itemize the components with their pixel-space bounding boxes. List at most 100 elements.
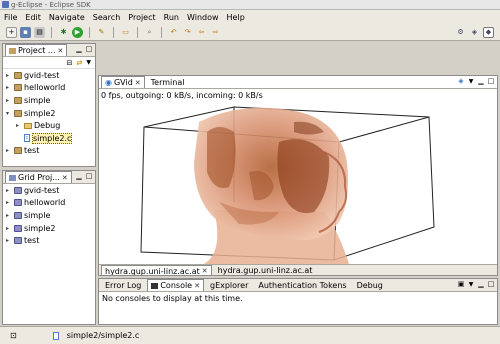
nav-prev-icon[interactable]: ⇦: [196, 27, 207, 38]
menu-navigate[interactable]: Navigate: [49, 13, 85, 22]
status-bar: ⊡ simple2/simple2.c: [0, 326, 500, 344]
grid-project-tree: ▸ gvid-test ▸ helloworld ▸ simple ▸ simple2 ▸ tes…: [3, 184, 95, 247]
menu-help[interactable]: Help: [227, 13, 245, 22]
tab-console[interactable]: Console ✕: [147, 279, 204, 291]
grid-project-item[interactable]: ▸ helloworld: [3, 197, 95, 210]
chevron-right-icon[interactable]: ▸: [6, 212, 12, 219]
view-toolbar-icon[interactable]: ◈: [457, 77, 465, 85]
tree-item[interactable]: ▸ simple: [3, 94, 95, 107]
host-tab-2[interactable]: hydra.gup.uni-linz.ac.at: [214, 265, 317, 275]
maximize-icon[interactable]: □: [487, 280, 495, 288]
chevron-right-icon[interactable]: ▸: [16, 122, 22, 129]
menu-search[interactable]: Search: [93, 13, 120, 22]
fast-view-icon[interactable]: ⊡: [10, 331, 17, 340]
close-icon[interactable]: ✕: [202, 267, 208, 275]
chevron-right-icon[interactable]: ▸: [6, 237, 12, 244]
tree-item[interactable]: ▸ Debug: [3, 119, 95, 132]
grid-project-item[interactable]: ▸ simple: [3, 209, 95, 222]
nav-next-icon[interactable]: ⇨: [210, 27, 221, 38]
minimize-icon[interactable]: ▁: [75, 172, 83, 180]
volume-render-viewport[interactable]: [99, 102, 497, 264]
tree-item-label: helloworld: [24, 83, 66, 93]
perspective-grid-icon[interactable]: ◈: [469, 27, 480, 38]
window-titlebar: g-Eclipse - Eclipse SDK: [0, 0, 500, 10]
close-icon[interactable]: ✕: [135, 79, 141, 87]
grid-project-icon: [14, 224, 22, 232]
tab-grid-projects[interactable]: Grid Proj... ✕: [5, 171, 72, 183]
view-menu-icon[interactable]: ▼: [467, 77, 475, 85]
tree-item[interactable]: ▾ simple2: [3, 107, 95, 120]
maximize-icon[interactable]: □: [85, 45, 93, 53]
grid-project-item[interactable]: ▸ gvid-test: [3, 184, 95, 197]
tree-item[interactable]: c simple2.c: [3, 132, 95, 145]
menu-run[interactable]: Run: [164, 13, 179, 22]
tree-item[interactable]: ▸ gvid-test: [3, 69, 95, 82]
collapse-all-icon[interactable]: ⊟: [67, 59, 73, 67]
tab-gexplorer[interactable]: gExplorer: [206, 279, 252, 291]
open-icon[interactable]: ▭: [120, 27, 131, 38]
debug-icon[interactable]: ✱: [58, 27, 69, 38]
perspective-cpp-icon[interactable]: ⚙: [455, 27, 466, 38]
perspective-active-icon[interactable]: ◆: [483, 26, 494, 38]
window-title: g-Eclipse - Eclipse SDK: [11, 0, 91, 9]
tree-item-label: test: [24, 146, 40, 156]
console-view: Error Log Console ✕ gExplorer Authentica…: [98, 278, 498, 325]
close-icon[interactable]: ✕: [194, 282, 200, 290]
search-icon[interactable]: ⌕: [144, 27, 155, 38]
tab-project-explorer[interactable]: Project ... ✕: [5, 44, 68, 56]
chevron-right-icon[interactable]: ▸: [6, 84, 12, 91]
close-icon[interactable]: ✕: [62, 174, 68, 182]
maximize-icon[interactable]: □: [85, 172, 93, 180]
tab-debug[interactable]: Debug: [353, 279, 387, 291]
file-icon: [52, 331, 59, 340]
grid-project-label: simple: [24, 210, 51, 220]
grid-project-item[interactable]: ▸ simple2: [3, 222, 95, 235]
view-menu-icon[interactable]: ▼: [86, 59, 91, 66]
grid-project-label: helloworld: [24, 198, 66, 208]
new-icon[interactable]: +: [6, 26, 17, 38]
chevron-right-icon[interactable]: ▸: [6, 72, 12, 79]
project-icon: [14, 96, 22, 104]
nav-forward-icon[interactable]: ↷: [182, 27, 193, 38]
chevron-right-icon[interactable]: ▸: [6, 225, 12, 232]
chevron-right-icon[interactable]: ▸: [6, 187, 12, 194]
grid-project-icon: [14, 211, 22, 219]
menu-edit[interactable]: Edit: [25, 13, 41, 22]
grid-project-item[interactable]: ▸ test: [3, 234, 95, 247]
gvid-stats: 0 fps, outgoing: 0 kB/s, incoming: 0 kB/…: [101, 90, 263, 100]
link-editor-icon[interactable]: ⇄: [77, 59, 83, 67]
maximize-icon[interactable]: □: [487, 77, 495, 85]
save-icon[interactable]: ▪: [20, 26, 31, 38]
tool-icon[interactable]: ✎: [96, 27, 107, 38]
tab-authentication-tokens[interactable]: Authentication Tokens: [254, 279, 350, 291]
run-icon[interactable]: ▶: [72, 26, 83, 38]
print-icon[interactable]: ▤: [34, 26, 45, 38]
menu-project[interactable]: Project: [128, 13, 155, 22]
tree-item[interactable]: ▸ test: [3, 145, 95, 158]
grid-project-label: test: [24, 236, 40, 246]
host-tab-1[interactable]: hydra.gup.uni-linz.ac.at ✕: [101, 265, 212, 275]
project-icon: [14, 147, 22, 155]
minimize-icon[interactable]: ▁: [477, 280, 485, 288]
chevron-right-icon[interactable]: ▸: [6, 97, 12, 104]
project-icon: [14, 84, 22, 92]
c-file-icon: c: [24, 134, 30, 143]
menu-file[interactable]: File: [4, 13, 17, 22]
tab-error-log[interactable]: Error Log: [101, 279, 145, 291]
tree-item-label: simple: [24, 95, 51, 105]
tab-terminal[interactable]: Terminal: [147, 76, 189, 88]
chevron-right-icon[interactable]: ▸: [6, 147, 12, 154]
close-icon[interactable]: ✕: [58, 47, 64, 55]
chevron-down-icon[interactable]: ▾: [6, 110, 12, 117]
menubar: File Edit Navigate Search Project Run Wi…: [0, 10, 500, 24]
chevron-right-icon[interactable]: ▸: [6, 199, 12, 206]
menu-window[interactable]: Window: [187, 13, 219, 22]
display-console-icon[interactable]: ▣: [457, 280, 465, 288]
minimize-icon[interactable]: ▁: [477, 77, 485, 85]
tree-item[interactable]: ▸ helloworld: [3, 82, 95, 95]
console-message: No consoles to display at this time.: [102, 294, 243, 303]
nav-back-icon[interactable]: ↶: [168, 27, 179, 38]
tab-gvid[interactable]: ◉ GVid ✕: [101, 76, 145, 88]
minimize-icon[interactable]: ▁: [75, 45, 83, 53]
view-menu-icon[interactable]: ▼: [467, 280, 475, 288]
